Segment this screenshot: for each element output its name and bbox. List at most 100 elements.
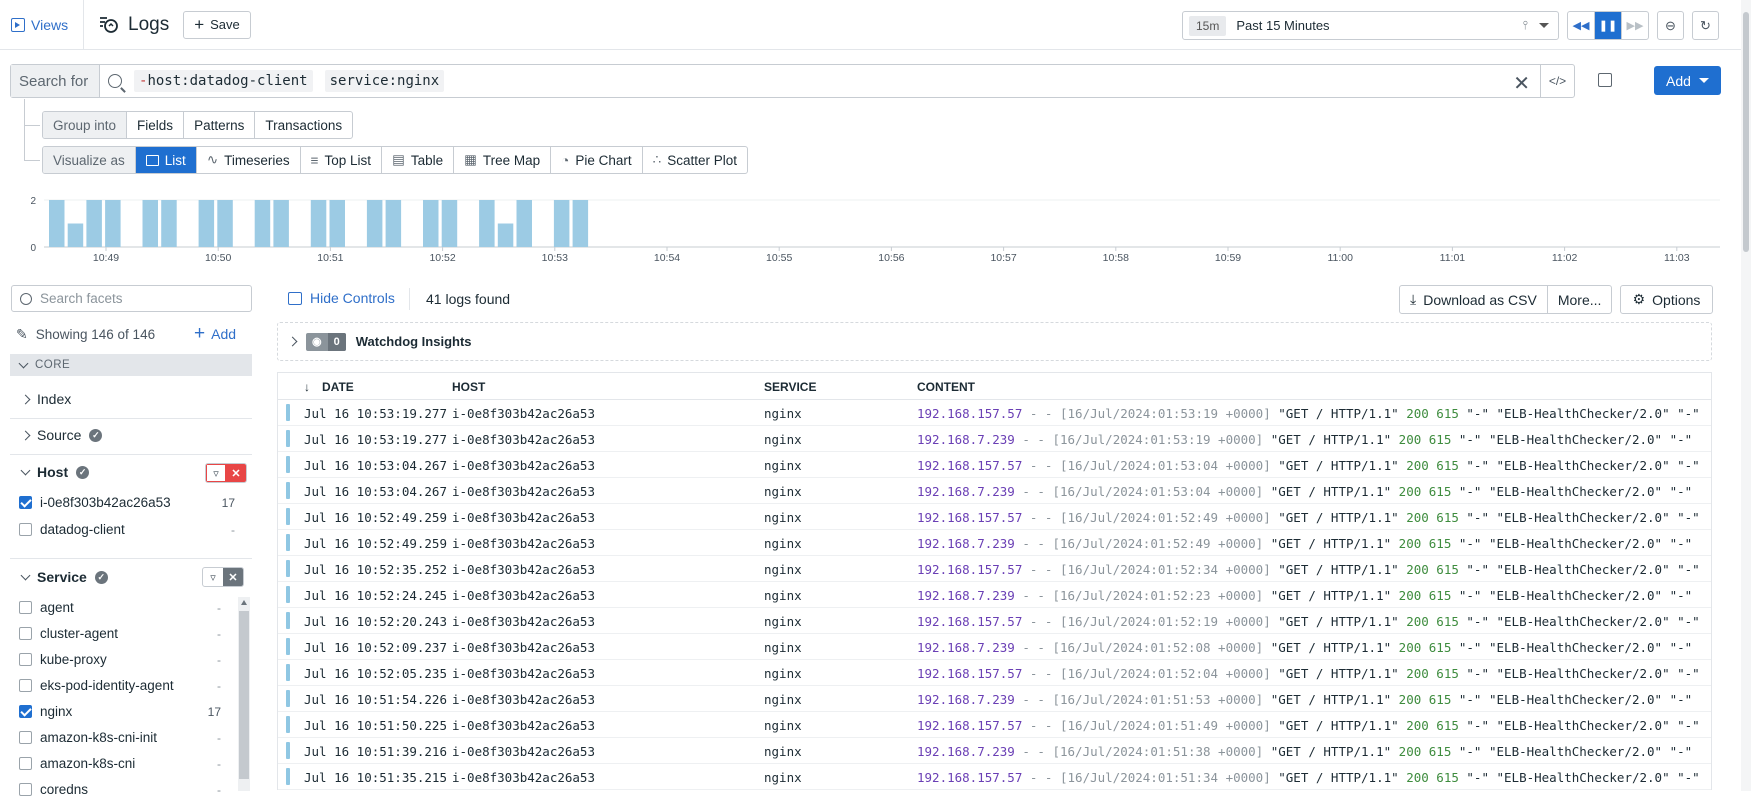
table-row[interactable]: Jul 16 10:52:09.237 i-0e8f303b42ac26a53 ng… bbox=[278, 634, 1711, 660]
viz-option-tree-map[interactable]: ▦ Tree Map bbox=[454, 147, 552, 173]
facet-scrollbar[interactable] bbox=[238, 597, 250, 791]
code-view-icon[interactable]: </> bbox=[1540, 65, 1574, 97]
table-row[interactable]: Jul 16 10:53:19.277 i-0e8f303b42ac26a53 ng… bbox=[278, 400, 1711, 426]
views-button[interactable]: Views bbox=[0, 0, 84, 50]
histogram-bar[interactable] bbox=[217, 200, 233, 247]
page-scroll-thumb[interactable] bbox=[1743, 12, 1749, 252]
host-facet-item[interactable]: datadog-client - bbox=[19, 522, 235, 537]
rewind-icon[interactable]: ◀◀ bbox=[1568, 12, 1595, 39]
viz-option-table[interactable]: ▤ Table bbox=[382, 147, 455, 173]
histogram-bar[interactable] bbox=[142, 200, 159, 247]
host-facet-item[interactable]: i-0e8f303b42ac26a53 17 bbox=[19, 495, 235, 510]
service-facet-item[interactable]: coredns - bbox=[19, 782, 235, 797]
filter-icon[interactable]: ▿ bbox=[203, 568, 223, 586]
refresh-icon[interactable]: ↻ bbox=[1692, 11, 1719, 40]
service-facet-item[interactable]: agent - bbox=[19, 600, 235, 615]
checkbox[interactable] bbox=[19, 731, 32, 744]
checkbox[interactable] bbox=[19, 627, 32, 640]
group-option-patterns[interactable]: Patterns bbox=[184, 112, 256, 138]
checkbox[interactable] bbox=[19, 601, 32, 614]
histogram-bar[interactable] bbox=[497, 223, 514, 248]
table-row[interactable]: Jul 16 10:51:50.225 i-0e8f303b42ac26a53 ng… bbox=[278, 712, 1711, 738]
clear-filter-icon[interactable]: ✕ bbox=[226, 464, 246, 482]
download-csv-button[interactable]: ⤓ Download as CSV bbox=[1400, 286, 1548, 313]
add-button[interactable]: Add bbox=[1654, 66, 1721, 95]
clear-search-icon[interactable]: ✕ bbox=[1513, 71, 1530, 96]
table-row[interactable]: Jul 16 10:52:49.259 i-0e8f303b42ac26a53 ng… bbox=[278, 530, 1711, 556]
histogram-bar[interactable] bbox=[198, 200, 215, 247]
column-header-content[interactable]: CONTENT bbox=[917, 380, 975, 394]
zoom-out-icon[interactable]: ⊖ bbox=[1657, 11, 1684, 40]
viz-option-timeseries[interactable]: ∿ Timeseries bbox=[197, 147, 301, 173]
table-row[interactable]: Jul 16 10:52:35.252 i-0e8f303b42ac26a53 ng… bbox=[278, 556, 1711, 582]
service-facet-item[interactable]: eks-pod-identity-agent - bbox=[19, 678, 235, 693]
options-button[interactable]: ⚙ Options bbox=[1620, 285, 1713, 314]
log-volume-histogram[interactable]: 2 0 10:49 10:50 10:51 10:52 10:53 10:54 10:55 10:… bbox=[0, 190, 1751, 270]
histogram-bar[interactable] bbox=[572, 200, 589, 247]
viz-option-list[interactable]: List bbox=[135, 147, 197, 173]
hide-controls-button[interactable]: Hide Controls bbox=[288, 290, 395, 306]
facet-service[interactable]: Service ✓ bbox=[20, 569, 108, 585]
histogram-bar[interactable] bbox=[254, 200, 271, 247]
pin-icon[interactable]: ⫯ bbox=[1523, 18, 1528, 33]
watchdog-insights-panel[interactable]: ◉ 0 Watchdog Insights bbox=[277, 322, 1712, 361]
clear-filter-icon[interactable]: ✕ bbox=[223, 568, 243, 586]
search-bar[interactable]: Search for -host:datadog-client service:… bbox=[10, 64, 1575, 98]
service-facet-item[interactable]: kube-proxy - bbox=[19, 652, 235, 667]
service-facet-item[interactable]: amazon-k8s-cni-init - bbox=[19, 730, 235, 745]
filter-icon[interactable]: ▿ bbox=[206, 464, 226, 482]
table-row[interactable]: Jul 16 10:52:49.259 i-0e8f303b42ac26a53 ng… bbox=[278, 504, 1711, 530]
histogram-bar[interactable] bbox=[67, 223, 84, 248]
service-facet-item[interactable]: cluster-agent - bbox=[19, 626, 235, 641]
checkbox[interactable] bbox=[19, 757, 32, 770]
table-row[interactable]: Jul 16 10:52:24.245 i-0e8f303b42ac26a53 ng… bbox=[278, 582, 1711, 608]
chevron-down-icon[interactable] bbox=[1539, 23, 1549, 28]
service-facet-item[interactable]: amazon-k8s-cni - bbox=[19, 756, 235, 771]
histogram-bar[interactable] bbox=[516, 200, 533, 247]
viz-option-pie-chart[interactable]: ◔ Pie Chart bbox=[551, 147, 643, 173]
histogram-bar[interactable] bbox=[310, 200, 327, 247]
scroll-thumb[interactable] bbox=[239, 611, 249, 779]
table-row[interactable]: Jul 16 10:51:35.215 i-0e8f303b42ac26a53 ng… bbox=[278, 764, 1711, 790]
fast-forward-icon[interactable]: ▶▶ bbox=[1622, 12, 1648, 39]
save-button[interactable]: + Save bbox=[183, 10, 251, 39]
add-facet-button[interactable]: + Add bbox=[194, 324, 236, 343]
core-section-header[interactable]: CORE bbox=[10, 354, 252, 376]
checkbox[interactable] bbox=[19, 653, 32, 666]
column-header-service[interactable]: SERVICE bbox=[764, 380, 816, 394]
checkbox[interactable] bbox=[19, 523, 32, 536]
table-row[interactable]: Jul 16 10:53:04.267 i-0e8f303b42ac26a53 ng… bbox=[278, 478, 1711, 504]
service-facet-item[interactable]: nginx 17 bbox=[19, 704, 235, 719]
checkbox[interactable] bbox=[19, 679, 32, 692]
facet-index[interactable]: Index bbox=[20, 391, 71, 407]
facet-host[interactable]: Host ✓ bbox=[20, 464, 90, 480]
more-button[interactable]: More... bbox=[1548, 286, 1612, 313]
scroll-up-icon[interactable] bbox=[241, 600, 247, 605]
pencil-icon[interactable]: ✎ bbox=[16, 326, 28, 343]
histogram-bar[interactable] bbox=[329, 200, 346, 247]
histogram-bar[interactable] bbox=[385, 200, 402, 247]
viz-option-top-list[interactable]: ≡ Top List bbox=[301, 147, 383, 173]
histogram-bar[interactable] bbox=[441, 200, 458, 247]
query-chip-host[interactable]: -host:datadog-client bbox=[134, 70, 313, 92]
copy-icon[interactable] bbox=[1598, 73, 1612, 87]
table-row[interactable]: Jul 16 10:53:04.267 i-0e8f303b42ac26a53 ng… bbox=[278, 452, 1711, 478]
histogram-bar[interactable] bbox=[86, 200, 102, 247]
viz-option-scatter-plot[interactable]: ∴ Scatter Plot bbox=[643, 147, 747, 173]
histogram-bar[interactable] bbox=[273, 200, 289, 247]
group-option-transactions[interactable]: Transactions bbox=[255, 112, 352, 138]
column-header-host[interactable]: HOST bbox=[452, 380, 485, 394]
histogram-bar[interactable] bbox=[105, 200, 121, 247]
histogram-bar[interactable] bbox=[553, 200, 570, 247]
table-row[interactable]: Jul 16 10:53:19.277 i-0e8f303b42ac26a53 ng… bbox=[278, 426, 1711, 452]
histogram-bar[interactable] bbox=[49, 200, 65, 247]
checkbox[interactable] bbox=[19, 705, 32, 718]
histogram-bar[interactable] bbox=[423, 200, 439, 247]
facet-source[interactable]: Source ✓ bbox=[20, 427, 103, 443]
facet-search-input[interactable]: Search facets bbox=[11, 285, 252, 312]
histogram-bar[interactable] bbox=[366, 200, 383, 247]
query-chip-service[interactable]: service:nginx bbox=[324, 70, 445, 92]
histogram-bar[interactable] bbox=[479, 200, 495, 247]
column-header-date[interactable]: DATE bbox=[322, 380, 354, 394]
pause-icon[interactable]: ❚❚ bbox=[1595, 12, 1622, 39]
